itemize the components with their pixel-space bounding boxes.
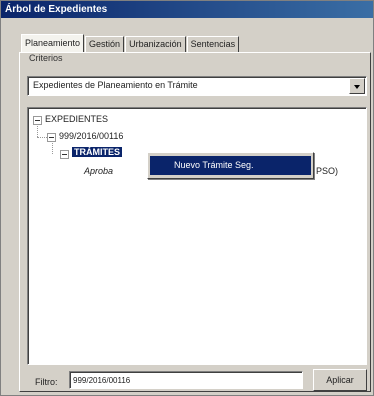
window-title: Árbol de Expedientes: [1, 1, 373, 18]
apply-button[interactable]: Aplicar: [313, 369, 367, 391]
collapse-expediente-icon[interactable]: [47, 133, 56, 142]
filter-input[interactable]: [69, 371, 303, 389]
criteria-label: Criterios: [29, 53, 63, 63]
tree-connector: [52, 143, 53, 154]
expedientes-window: Árbol de Expedientes Planeamiento Gestió…: [0, 0, 374, 396]
tree-connector: [37, 126, 38, 137]
tab-urbanizacion[interactable]: Urbanización: [125, 36, 186, 52]
tree-node-suffix-partial: PSO): [316, 166, 339, 176]
context-menu: Nuevo Trámite Seg.: [147, 152, 314, 179]
tab-sentencias[interactable]: Sentencias: [186, 36, 240, 52]
criteria-select[interactable]: Expedientes de Planeamiento en Trámite: [27, 76, 367, 96]
expedientes-tree[interactable]: EXPEDIENTES 999/2016/00116 TRÁMITES Apro…: [27, 107, 367, 365]
collapse-tramites-icon[interactable]: [60, 150, 69, 159]
tree-node-tramites[interactable]: TRÁMITES: [72, 147, 122, 157]
tab-planeamiento[interactable]: Planeamiento: [21, 34, 85, 52]
menu-item-nuevo-tramite[interactable]: Nuevo Trámite Seg.: [150, 156, 311, 175]
tree-connector: [37, 137, 47, 138]
collapse-root-icon[interactable]: [33, 116, 42, 125]
tree-node-expedientes[interactable]: EXPEDIENTES: [45, 114, 108, 124]
filter-label: Filtro:: [35, 377, 58, 387]
tab-strip: Planeamiento Gestión Urbanización Senten…: [21, 34, 240, 52]
chevron-down-icon[interactable]: [349, 78, 365, 94]
criteria-selected-value: Expedientes de Planeamiento en Trámite: [33, 80, 198, 90]
tree-node-aprobacion-partial[interactable]: Aproba: [84, 166, 113, 176]
tree-node-expediente[interactable]: 999/2016/00116: [59, 131, 123, 141]
tab-gestion[interactable]: Gestión: [85, 36, 125, 52]
